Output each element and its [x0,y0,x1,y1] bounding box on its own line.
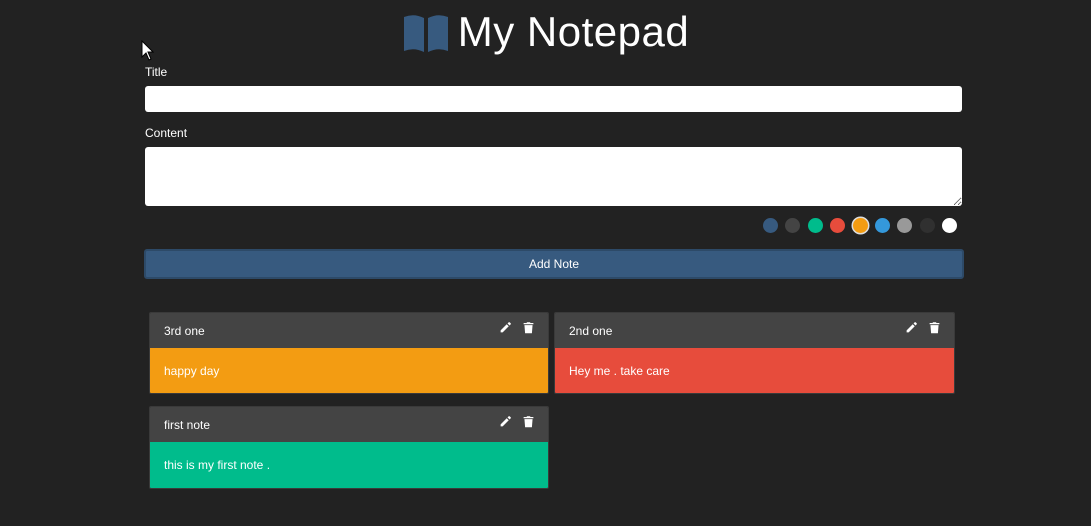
note-card: 2nd one Hey me . take care [554,312,955,394]
color-swatch-green[interactable] [807,218,823,233]
color-swatch-orange[interactable] [852,218,868,233]
note-body: happy day [150,348,548,393]
pencil-icon[interactable] [499,321,512,334]
trash-icon[interactable] [928,321,941,334]
pencil-icon[interactable] [905,321,918,334]
note-title: 3rd one [164,323,205,338]
color-swatch-near-black[interactable] [919,218,935,233]
trash-icon[interactable] [522,415,535,428]
title-input[interactable] [145,86,962,112]
trash-icon[interactable] [522,321,535,334]
note-card: first note this is my first note . [149,406,549,489]
note-header: 3rd one [150,313,548,348]
note-title: first note [164,417,211,432]
note-body: this is my first note . [150,442,548,488]
pencil-icon[interactable] [499,415,512,428]
note-header: 2nd one [555,313,954,348]
color-swatch-red[interactable] [830,218,846,233]
note-card: 3rd one happy day [149,312,549,394]
color-swatch-blue[interactable] [874,218,890,233]
color-picker [763,218,958,233]
content-label: Content [145,126,188,140]
app-title: My Notepad [457,8,690,55]
color-swatch-dark-blue[interactable] [763,218,778,233]
add-note-button[interactable]: Add Note [144,249,964,279]
note-title: 2nd one [569,323,613,338]
color-swatch-gray[interactable] [897,218,913,233]
color-swatch-dark-gray[interactable] [785,218,801,233]
app-header: My Notepad [0,8,1091,56]
note-header: first note [150,407,548,442]
content-textarea[interactable] [145,147,962,206]
color-swatch-white[interactable] [942,218,958,233]
note-body: Hey me . take care [555,348,954,393]
title-label: Title [145,65,168,79]
open-book-icon [403,15,448,53]
